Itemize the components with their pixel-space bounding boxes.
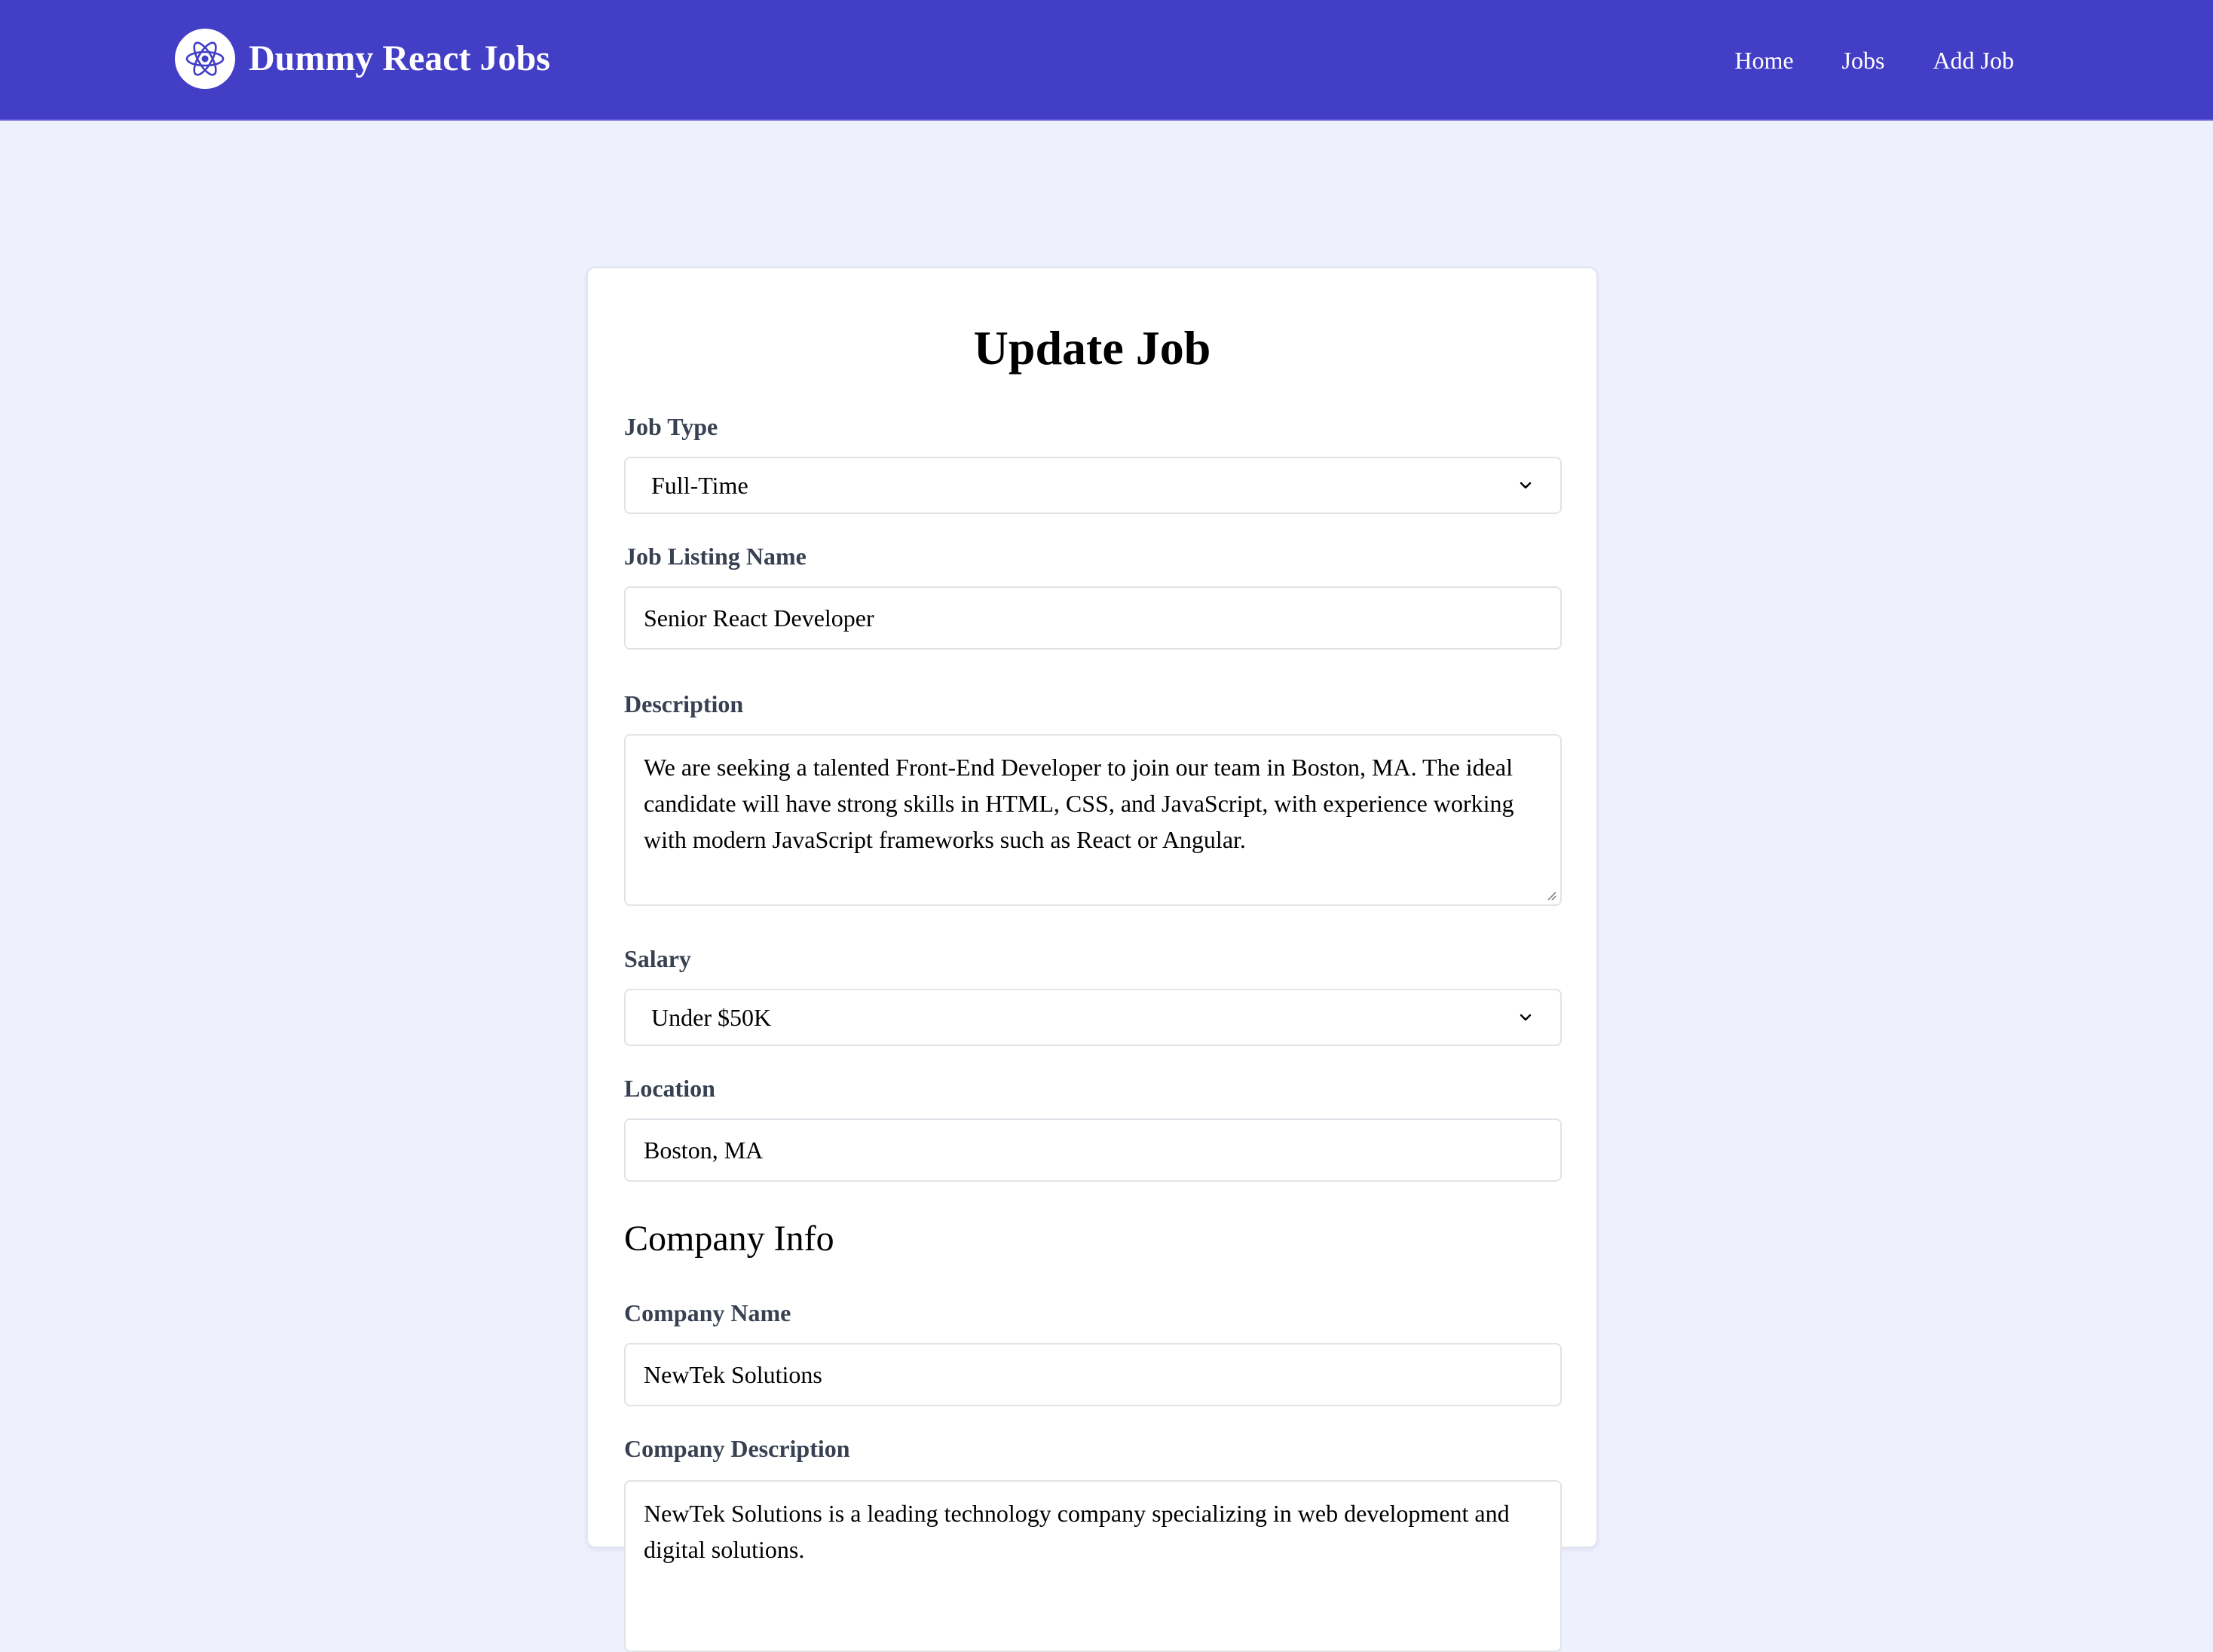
resize-grip-icon[interactable] [1544, 888, 1557, 901]
company-description-textarea[interactable]: NewTek Solutions is a leading technology… [624, 1480, 1562, 1652]
brand-link[interactable]: Dummy React Jobs [175, 29, 550, 89]
location-value: Boston, MA [644, 1136, 764, 1164]
job-name-input[interactable]: Senior React Developer [624, 586, 1562, 650]
company-name-label: Company Name [624, 1299, 791, 1326]
job-type-value: Full-Time [651, 471, 748, 499]
description-textarea[interactable]: We are seeking a talented Front-End Deve… [624, 734, 1562, 906]
salary-select[interactable]: Under $50K [624, 989, 1562, 1046]
nav-link-home[interactable]: Home [1734, 47, 1793, 75]
job-type-select[interactable]: Full-Time [624, 457, 1562, 514]
company-description-label: Company Description [624, 1435, 850, 1462]
description-value: We are seeking a talented Front-End Deve… [644, 754, 1514, 853]
brand-name: Dummy React Jobs [249, 38, 550, 78]
page-title: Update Job [973, 321, 1211, 375]
nav-link-add-job[interactable]: Add Job [1933, 47, 2014, 75]
job-type-label: Job Type [624, 413, 718, 440]
company-name-value: NewTek Solutions [644, 1360, 822, 1388]
react-atom-icon [175, 29, 235, 89]
description-label: Description [624, 690, 744, 717]
chevron-down-icon [1520, 1014, 1532, 1021]
navbar: Dummy React Jobs Home Jobs Add Job [0, 0, 2213, 121]
location-input[interactable]: Boston, MA [624, 1118, 1562, 1182]
nav-links: Home Jobs Add Job [1686, 0, 2014, 121]
location-label: Location [624, 1075, 715, 1102]
company-name-input[interactable]: NewTek Solutions [624, 1343, 1562, 1406]
job-name-label: Job Listing Name [624, 543, 807, 570]
nav-link-jobs[interactable]: Jobs [1842, 47, 1885, 75]
salary-value: Under $50K [651, 1003, 772, 1031]
company-info-heading: Company Info [624, 1219, 834, 1259]
update-job-card: Update Job Job Type Full-Time Job Listin… [586, 267, 1598, 1652]
company-description-value: NewTek Solutions is a leading technology… [644, 1500, 1510, 1563]
job-name-value: Senior React Developer [644, 604, 874, 632]
salary-label: Salary [624, 945, 691, 972]
chevron-down-icon [1520, 482, 1532, 489]
